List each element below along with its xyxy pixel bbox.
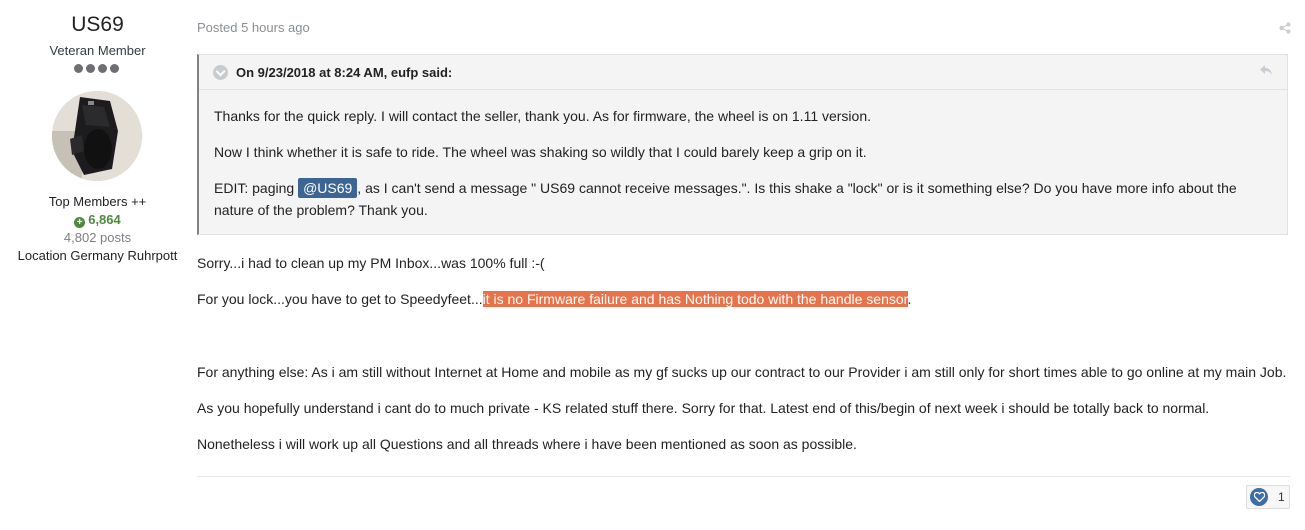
rank-pips: [74, 64, 122, 74]
rank-pip: [110, 64, 119, 73]
author-name[interactable]: US69: [0, 12, 195, 38]
post-footer-divider: [197, 476, 1290, 477]
quote-paragraph: EDIT: paging @US69, as I can't send a me…: [214, 177, 1265, 221]
quote-text: EDIT: paging: [214, 180, 299, 196]
post-paragraph: As you hopefully understand i cant do to…: [197, 400, 1210, 416]
quote-paragraph: Thanks for the quick reply. I will conta…: [214, 108, 872, 124]
avatar[interactable]: [52, 91, 142, 181]
reply-arrow-icon[interactable]: [1259, 64, 1273, 76]
quote-text: , as I can't send a message " US69 canno…: [214, 180, 1237, 218]
chevron-down-icon[interactable]: [213, 64, 228, 80]
post-paragraph: Sorry...i had to clean up my PM Inbox...…: [197, 255, 545, 271]
post-timestamp[interactable]: Posted 5 hours ago: [197, 20, 310, 35]
author-location: Location Germany Ruhrpott: [17, 248, 178, 263]
heart-icon: [1250, 488, 1268, 506]
quote-header: On 9/23/2018 at 8:24 AM, eufp said:: [213, 64, 452, 80]
quote-block: On 9/23/2018 at 8:24 AM, eufp said: Than…: [197, 54, 1288, 235]
avatar-image: [52, 91, 142, 181]
post-paragraph: Nonetheless i will work up all Questions…: [197, 436, 857, 452]
quote-citation: On 9/23/2018 at 8:24 AM, eufp said:: [236, 64, 453, 80]
author-rank: Veteran Member: [49, 43, 146, 58]
post-text: .: [907, 291, 912, 307]
reputation-value: 6,864: [88, 212, 121, 227]
reaction-count: 1: [1278, 490, 1285, 504]
post-paragraph: For you lock...you have to get to Speedy…: [197, 288, 1292, 310]
user-mention[interactable]: @US69: [298, 178, 358, 198]
plus-circle-icon: +: [74, 217, 86, 228]
reputation: +6,864: [0, 212, 195, 228]
quote-body: Thanks for the quick reply. I will conta…: [214, 105, 1265, 235]
highlighted-text: it is no Firmware failure and has Nothin…: [482, 291, 908, 307]
reaction-button[interactable]: 1: [1246, 485, 1290, 509]
quote-paragraph: Now I think whether it is safe to ride. …: [214, 144, 867, 160]
member-group: Top Members ++: [48, 194, 147, 209]
rank-pip: [86, 64, 95, 73]
post-text: For you lock...you have to get to Speedy…: [197, 291, 483, 307]
post-body: Sorry...i had to clean up my PM Inbox...…: [197, 252, 1292, 469]
post-count: 4,802 posts: [63, 230, 132, 245]
post-paragraph: For anything else: As i am still without…: [197, 364, 1287, 380]
rank-pip: [74, 64, 83, 73]
share-icon[interactable]: [1279, 22, 1291, 34]
quote-divider: [199, 89, 1287, 90]
rank-pip: [98, 64, 107, 73]
